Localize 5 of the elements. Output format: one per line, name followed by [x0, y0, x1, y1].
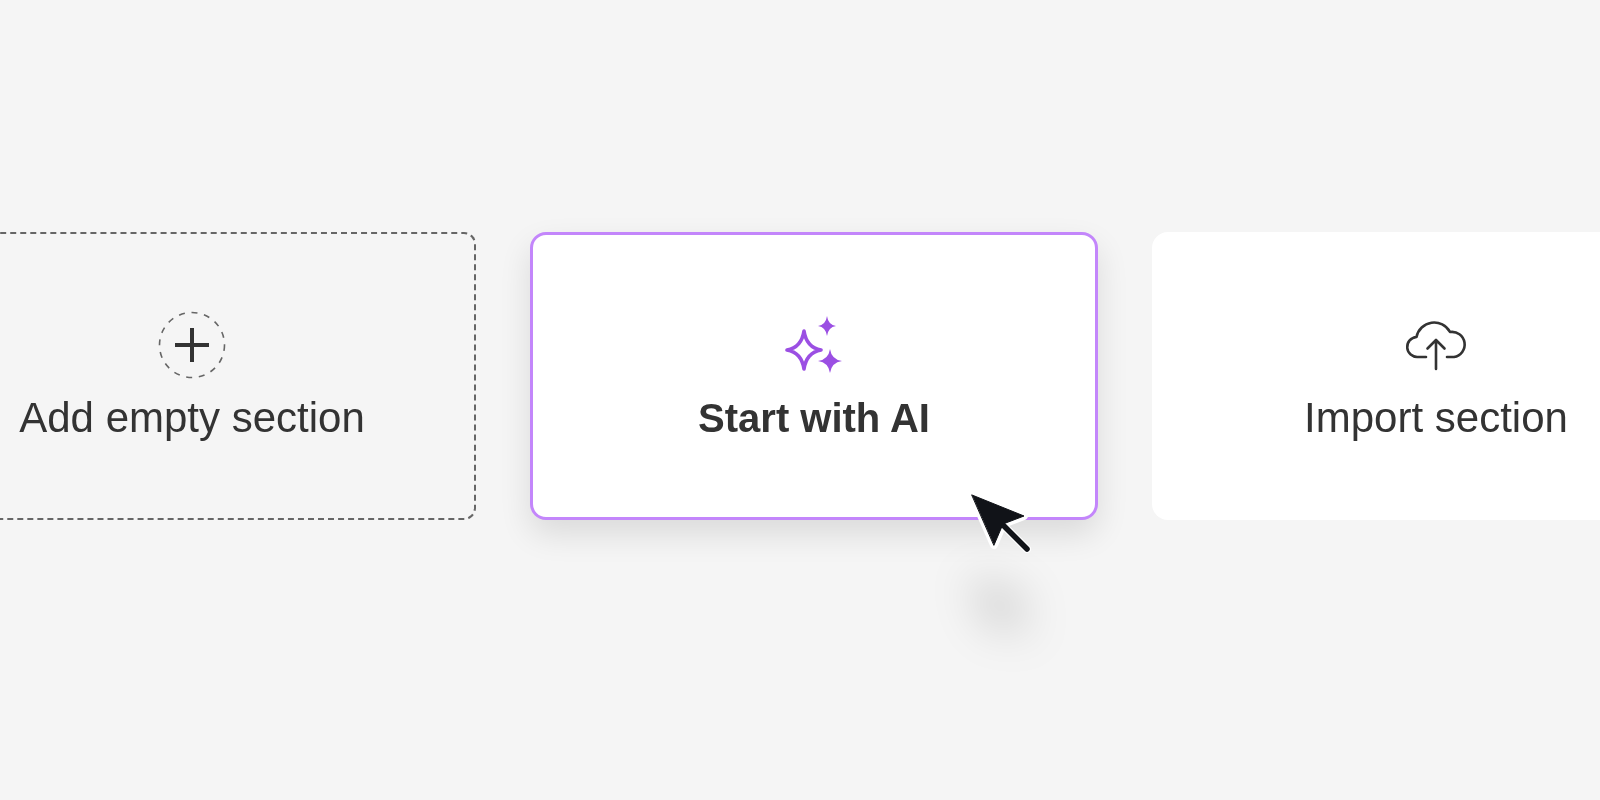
plus-icon: [158, 311, 226, 379]
option-card[interactable]: Import section: [1152, 232, 1600, 520]
option-card[interactable]: Start with AI: [530, 232, 1098, 520]
option-card[interactable]: Add empty section: [0, 232, 476, 520]
sparkle-icon: [785, 316, 843, 374]
